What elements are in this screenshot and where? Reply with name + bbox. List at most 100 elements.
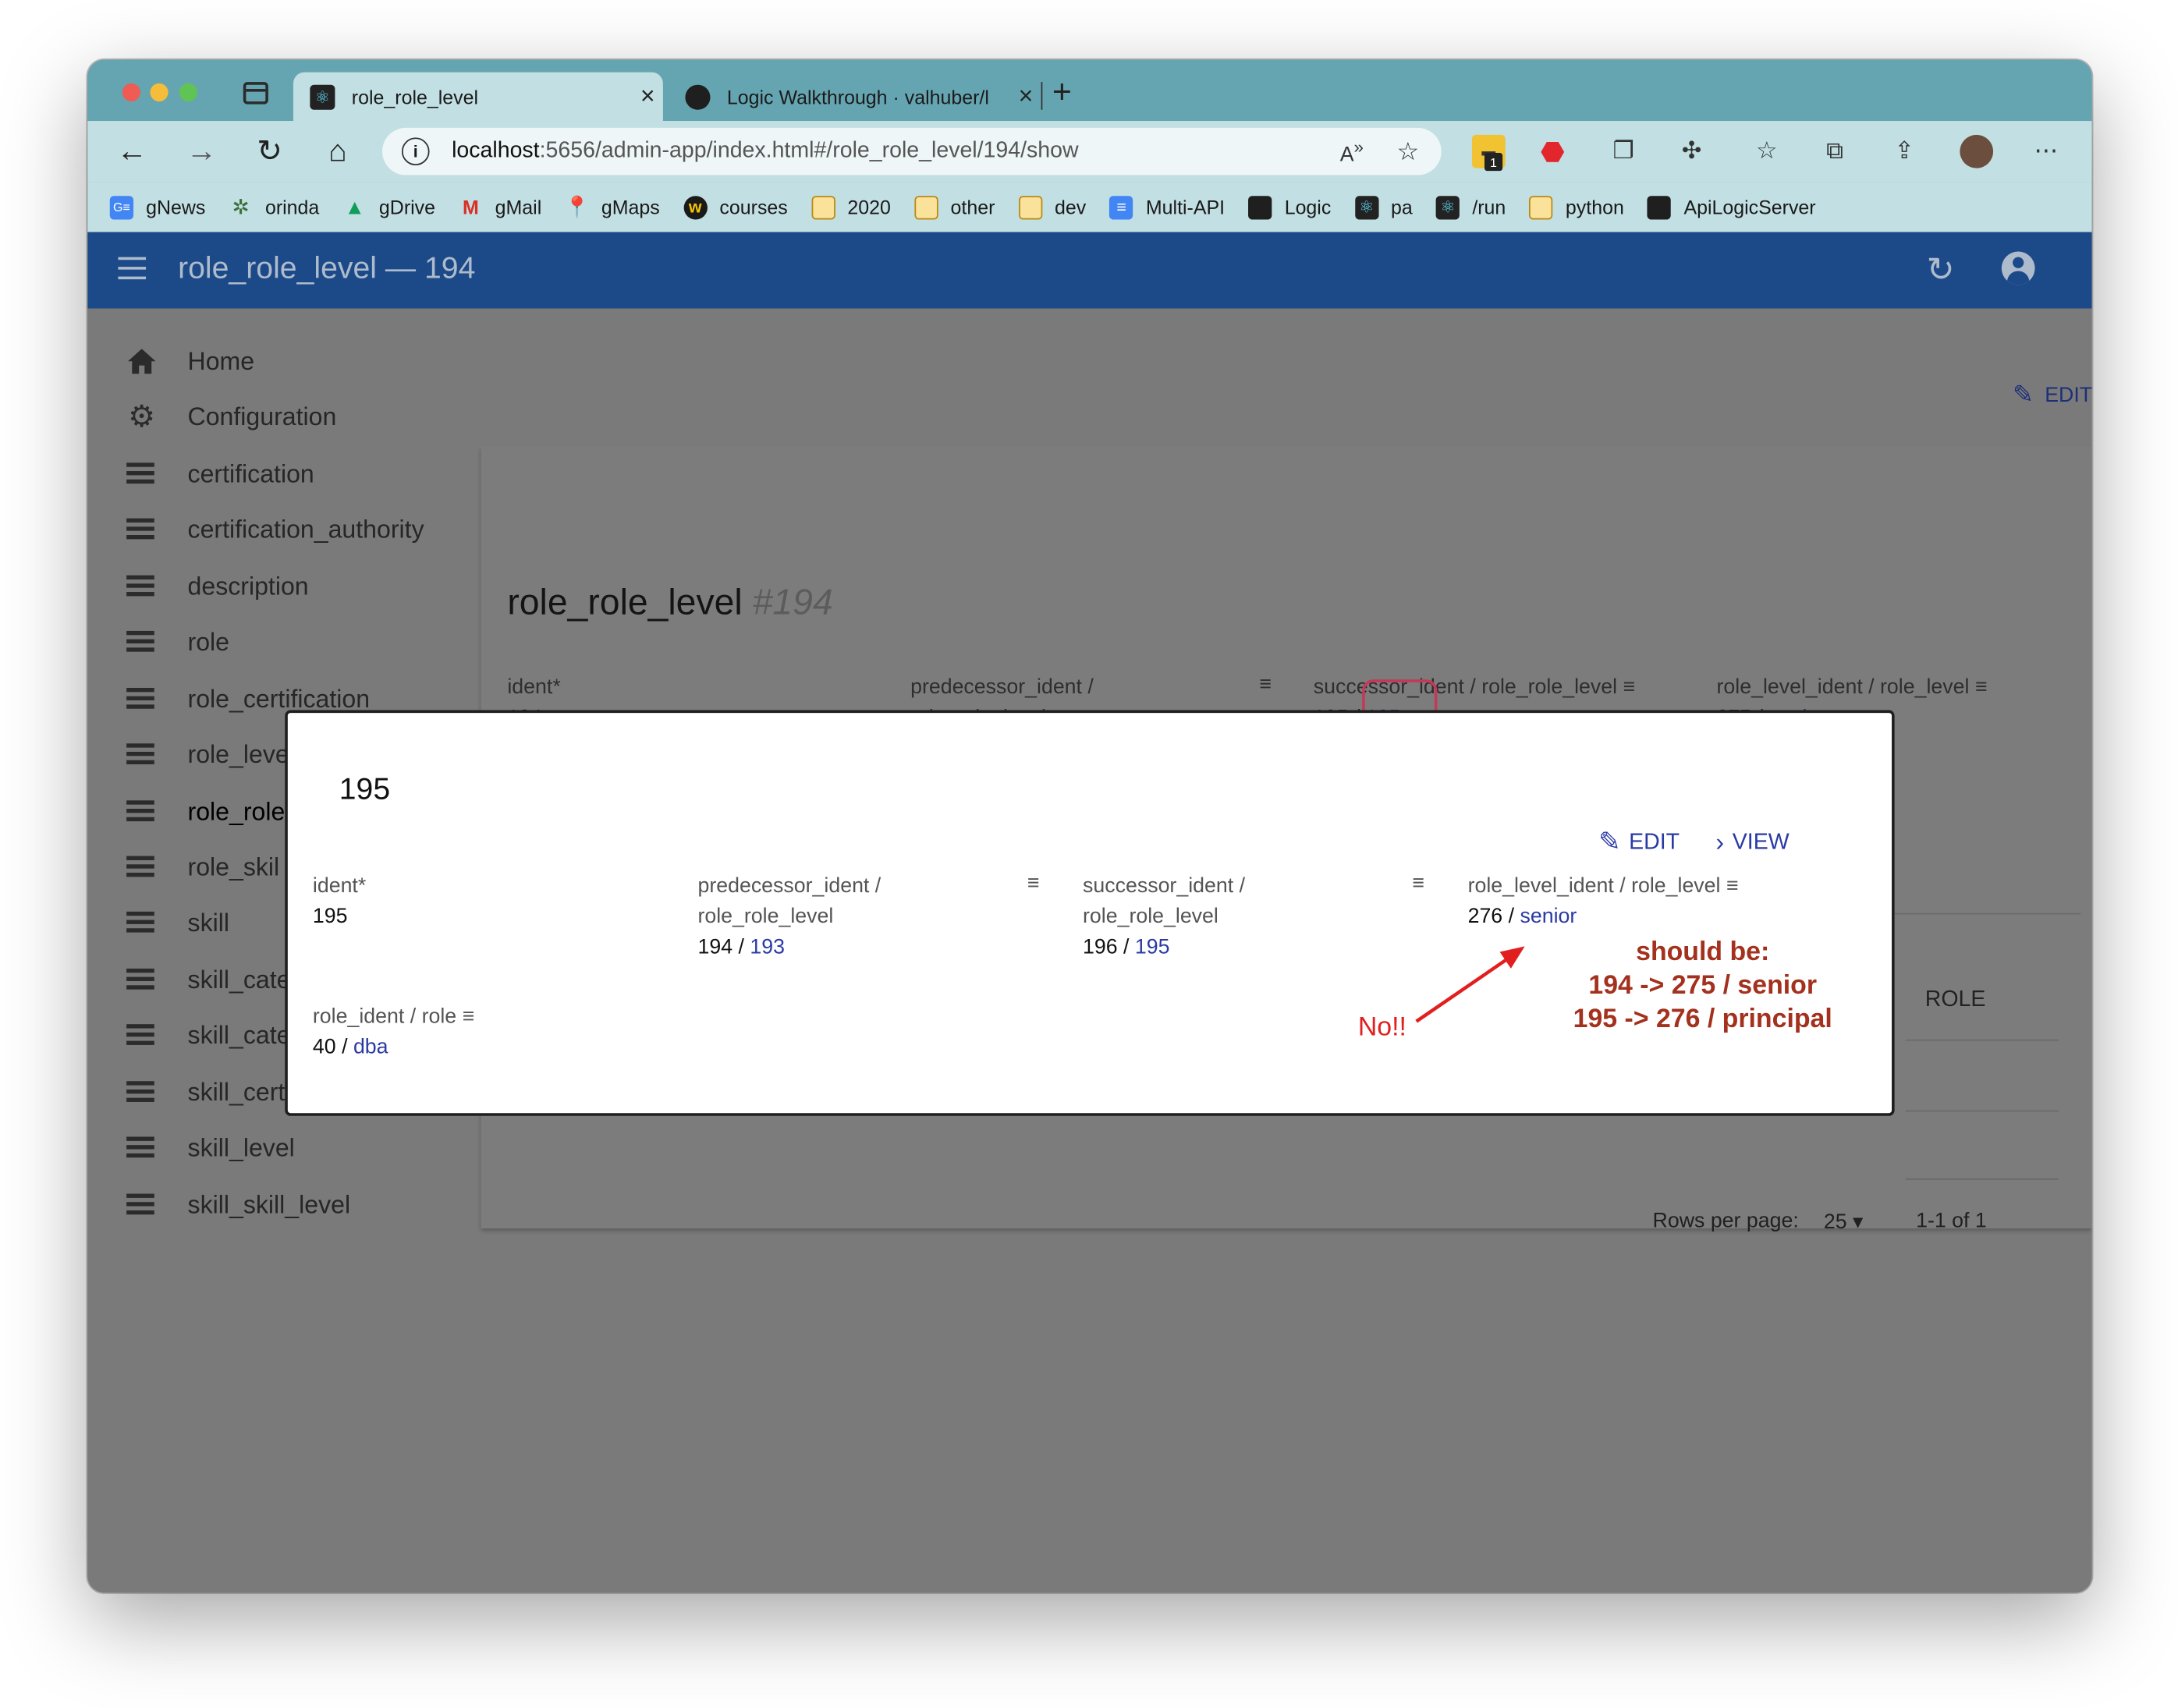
close-window-button[interactable] (122, 83, 140, 102)
bookmark-logic[interactable]: Logic (1248, 195, 1331, 219)
address-bar[interactable]: i localhost:5656/admin-app/index.html#/r… (381, 127, 1442, 175)
main-content: Home ⚙ Configuration certification certif… (87, 308, 2092, 1593)
bookmark-orinda[interactable]: ✲ orinda (229, 195, 320, 219)
bookmark-label: orinda (264, 196, 320, 218)
sidebar-item-skill-skill-level[interactable]: skill_skill_level (126, 1184, 350, 1225)
field-label: role_ident / role (312, 1005, 457, 1029)
minimize-window-button[interactable] (150, 83, 168, 102)
bookmark-gmaps[interactable]: 📍 gMaps (564, 195, 660, 220)
collections-icon[interactable]: ⧉ (1818, 135, 1852, 168)
tab-strip: ⚛ role_role_level × Logic Walkthrough · … (87, 59, 2092, 122)
sidebar-item-label: Home (187, 346, 255, 375)
hamburger-menu-icon[interactable] (118, 257, 147, 280)
pagination-bar: Rows per page: 25 ▾ 1-1 of 1 (1653, 1209, 1987, 1234)
google-maps-icon: 📍 (564, 196, 591, 220)
pencil-icon: ✎ (1598, 827, 1621, 858)
sidebar-item-description[interactable]: description (126, 565, 309, 607)
sidebar-item-role[interactable]: role (126, 621, 229, 662)
sidebar-item-skill-category[interactable]: skill_cate (126, 959, 290, 1000)
favorites-icon[interactable]: ☆ (1750, 135, 1783, 168)
tab-label: Logic Walkthrough · valhuber/l (726, 85, 989, 108)
dialog-view-button[interactable]: › VIEW (1715, 827, 1789, 859)
adblock-icon[interactable]: ⬣ (1536, 135, 1570, 168)
close-tab-icon[interactable]: × (1010, 82, 1041, 111)
bookmark-run[interactable]: ⚛ /run (1435, 195, 1506, 219)
rows-per-page-select[interactable]: 25 ▾ (1824, 1209, 1864, 1234)
field-label: successor_ident / role_role_level (1313, 675, 1618, 700)
sidebar-item-configuration[interactable]: ⚙ Configuration (126, 396, 336, 438)
page-edit-button[interactable]: ✎ EDIT (2013, 381, 2092, 409)
bookmark-multi-api[interactable]: ≡ Multi-API (1109, 195, 1225, 219)
list-icon (126, 1135, 157, 1161)
back-icon[interactable]: ← (112, 132, 151, 171)
annotation-arrow (1415, 946, 1525, 1023)
sidebar-item-role-role-level[interactable]: role_role (126, 791, 285, 832)
successor-link[interactable]: 195 (1135, 935, 1170, 959)
tab-role-role-level[interactable]: ⚛ role_role_level × (293, 72, 663, 122)
column-menu-icon[interactable]: ≡ (1975, 675, 1988, 699)
sidebar-item-role-level[interactable]: role_leve (126, 734, 289, 775)
extensions-icon[interactable]: ✣ (1675, 135, 1708, 168)
collections-ext-icon[interactable]: ❐ (1607, 135, 1641, 168)
column-menu-icon[interactable]: ≡ (1623, 675, 1635, 699)
predecessor-link[interactable]: 193 (750, 935, 785, 959)
bookmark-python[interactable]: python (1529, 195, 1624, 219)
bookmark-pa[interactable]: ⚛ pa (1354, 195, 1413, 219)
column-menu-icon[interactable]: ≡ (1259, 672, 1272, 696)
bookmark-courses[interactable]: w courses (683, 195, 788, 219)
bookmark-gnews[interactable]: G≡ gNews (109, 195, 206, 219)
bookmark-gmail[interactable]: MgMail (459, 195, 541, 218)
bookmark-gdrive[interactable]: ▲ gDrive (343, 195, 435, 218)
list-icon (126, 629, 157, 654)
column-menu-icon[interactable]: ≡ (463, 1005, 475, 1028)
site-info-icon[interactable]: i (401, 137, 430, 166)
forward-icon[interactable]: → (182, 132, 221, 171)
more-menu-icon[interactable]: ⋯ (2029, 135, 2063, 168)
column-header-role[interactable]: ROLE (1925, 988, 1986, 1013)
google-drive-icon: ▲ (344, 195, 365, 219)
add-favorite-icon[interactable]: ☆ (1396, 137, 1419, 166)
reload-icon[interactable]: ↻ (250, 132, 289, 171)
annotation-should-be: should be: 194 -> 275 / senior 195 -> 27… (1559, 937, 1846, 1036)
refresh-icon[interactable]: ↻ (1927, 250, 1955, 291)
share-icon[interactable]: ⇪ (1888, 135, 1921, 168)
profile-avatar[interactable] (1960, 134, 1994, 168)
read-aloud-icon[interactable]: A» (1340, 137, 1364, 166)
list-icon (126, 1192, 157, 1217)
sidebar-item-label: skill_cate (187, 1020, 291, 1049)
role-link[interactable]: dba (353, 1035, 388, 1058)
sidebar-item-skill[interactable]: skill (126, 902, 229, 943)
sidebar-item-role-skill[interactable]: role_skil (126, 846, 279, 888)
bookmark-other[interactable]: other (914, 195, 995, 219)
bookmark-2020[interactable]: 2020 (811, 195, 891, 219)
maximize-window-button[interactable] (179, 83, 198, 102)
new-tab-icon[interactable]: + (1052, 73, 1072, 112)
extension-badge: 1 (1484, 152, 1503, 172)
home-icon[interactable]: ⌂ (318, 132, 357, 171)
dialog-edit-button[interactable]: ✎ EDIT (1598, 827, 1680, 859)
annotation-no: No!! (1357, 1012, 1406, 1043)
close-tab-icon[interactable]: × (633, 82, 663, 111)
bookmark-dev[interactable]: dev (1018, 195, 1086, 219)
bookmark-apilogicserver[interactable]: ApiLogicServer (1648, 195, 1816, 219)
app-bar: role_role_level — 194 ↻ (87, 232, 2092, 309)
column-menu-icon[interactable]: ≡ (1726, 874, 1739, 898)
bookmark-label: /run (1472, 196, 1506, 218)
column-menu-icon[interactable]: ≡ (1027, 871, 1040, 895)
sidebar-item-skill-level[interactable]: skill_level (126, 1127, 295, 1168)
bookmark-label: gDrive (378, 196, 436, 218)
sidebar-item-certification[interactable]: certification (126, 453, 314, 494)
bookmark-label: gNews (146, 196, 206, 218)
google-news-icon: G≡ (109, 195, 134, 219)
sidebar-item-certification-authority[interactable]: certification_authority (126, 509, 424, 550)
sidebar-item-skill-category-2[interactable]: skill_cate (126, 1015, 290, 1056)
account-icon[interactable] (2001, 251, 2035, 285)
field-label: role_level_ident / role_level (1467, 873, 1721, 898)
bookmark-label: other (950, 196, 995, 218)
tab-logic-walkthrough[interactable]: Logic Walkthrough · valhuber/l × (669, 73, 1041, 121)
role-level-link[interactable]: senior (1520, 905, 1577, 928)
sidebar-item-home[interactable]: Home (126, 341, 254, 382)
tab-actions-icon[interactable] (243, 82, 268, 105)
column-menu-icon[interactable]: ≡ (1412, 871, 1424, 895)
sidebar-item-skill-certification[interactable]: skill_cert (126, 1072, 285, 1113)
